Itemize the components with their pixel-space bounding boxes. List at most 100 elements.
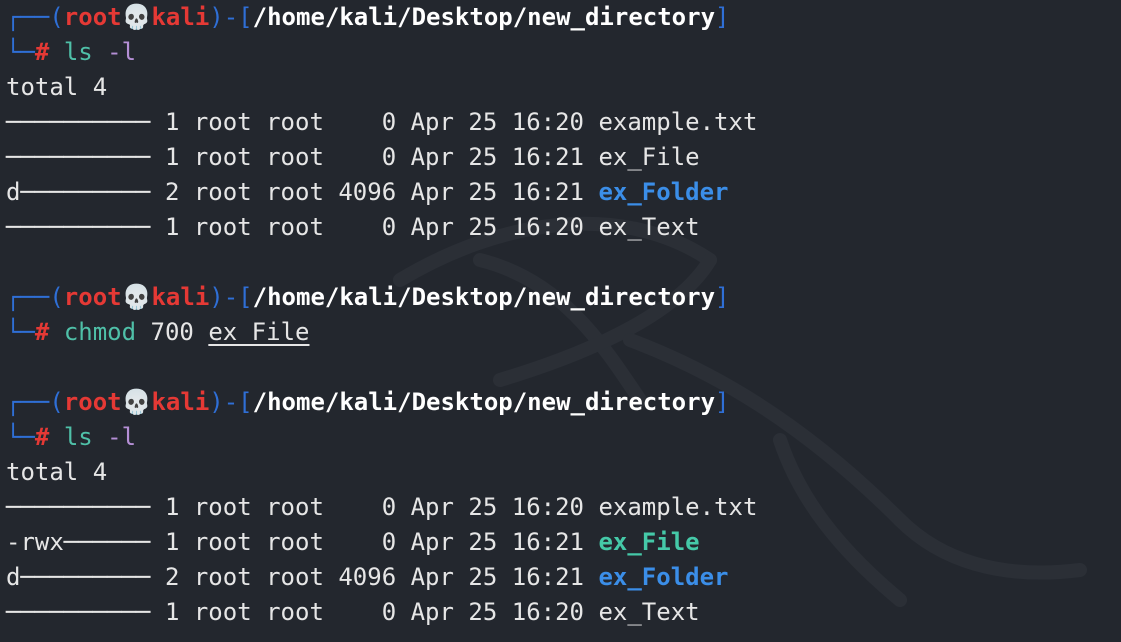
prompt-box-bottom: └─ — [6, 318, 35, 346]
terminal-window[interactable]: ┌──(root💀kali)-[/home/kali/Desktop/new_d… — [0, 0, 1121, 642]
owner: root — [193, 143, 252, 171]
link-count: 1 — [164, 143, 180, 171]
prompt-path: /home/kali/Desktop/new_directory — [252, 388, 716, 416]
owner: root — [193, 493, 252, 521]
file-name: ex_Folder — [598, 563, 729, 591]
file-size: 0 — [338, 598, 397, 626]
total-text: total 4 — [6, 73, 108, 101]
modified-date: Apr 25 16:20 — [410, 598, 584, 626]
skull-icon: 💀 — [121, 3, 152, 31]
file-size: 0 — [338, 108, 397, 136]
group: root — [266, 493, 324, 521]
link-count: 1 — [164, 598, 180, 626]
listing-row: ────────── 1 root root 0 Apr 25 16:20 ex… — [6, 490, 1121, 525]
output-total: total 4 — [6, 70, 1121, 105]
prompt-host: kali — [151, 283, 210, 311]
prompt-box-left: ┌──( — [6, 3, 64, 31]
prompt-host: kali — [151, 3, 210, 31]
group: root — [266, 213, 324, 241]
listing-row: d───────── 2 root root 4096 Apr 25 16:21… — [6, 560, 1121, 595]
prompt-hash: # — [34, 38, 50, 66]
prompt-header: ┌──(root💀kali)-[/home/kali/Desktop/new_d… — [6, 280, 1121, 315]
owner: root — [193, 598, 252, 626]
modified-date: Apr 25 16:20 — [410, 213, 584, 241]
listing-row: ────────── 1 root root 0 Apr 25 16:20 ex… — [6, 105, 1121, 140]
file-name: ex_Text — [598, 213, 700, 241]
owner: root — [193, 213, 252, 241]
command-line: └─# ls -l — [6, 420, 1121, 455]
prompt-box-right: ] — [715, 283, 730, 311]
owner: root — [193, 178, 252, 206]
permissions: ────────── — [6, 493, 151, 521]
permissions: d───────── — [6, 563, 151, 591]
prompt-user: root — [63, 388, 122, 416]
prompt-hash: # — [34, 318, 50, 346]
command-args: -l — [107, 38, 137, 66]
group: root — [266, 563, 324, 591]
file-name: ex_File — [598, 528, 700, 556]
output-total: total 4 — [6, 455, 1121, 490]
command-name: ls — [63, 38, 93, 66]
permissions: ────────── — [6, 143, 151, 171]
terminal-output: ┌──(root💀kali)-[/home/kali/Desktop/new_d… — [6, 0, 1121, 630]
prompt-box-left: ┌──( — [6, 283, 64, 311]
permissions: ────────── — [6, 108, 151, 136]
group: root — [266, 178, 324, 206]
group: root — [266, 143, 324, 171]
prompt-box-mid: )-[ — [209, 388, 253, 416]
prompt-user: root — [63, 283, 122, 311]
file-name: ex_Text — [598, 598, 700, 626]
prompt-box-bottom: └─ — [6, 423, 35, 451]
total-text: total 4 — [6, 458, 108, 486]
link-count: 2 — [164, 178, 180, 206]
prompt-box-mid: )-[ — [209, 3, 253, 31]
command-name: chmod — [63, 318, 137, 346]
file-name: ex_Folder — [598, 178, 729, 206]
prompt-hash: # — [34, 423, 50, 451]
file-name: ex_File — [598, 143, 700, 171]
permissions: d───────── — [6, 178, 151, 206]
permissions: -rwx────── — [6, 528, 151, 556]
group: root — [266, 108, 324, 136]
file-size: 0 — [338, 143, 397, 171]
prompt-box-mid: )-[ — [209, 283, 253, 311]
prompt-box-right: ] — [715, 388, 730, 416]
modified-date: Apr 25 16:21 — [410, 143, 584, 171]
